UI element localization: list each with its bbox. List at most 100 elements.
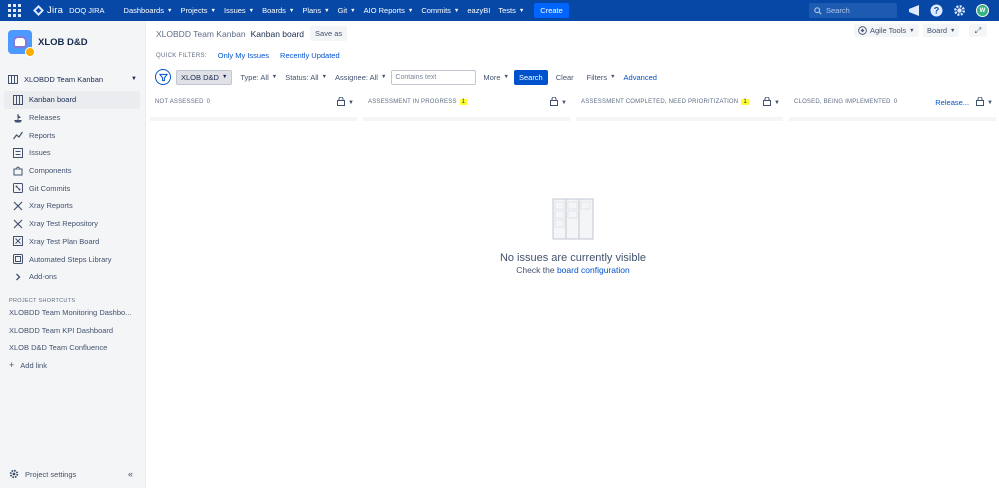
- chevron-down-icon[interactable]: ▼: [774, 100, 780, 106]
- sidebar-item-label: Git Commits: [29, 183, 71, 193]
- type-filter[interactable]: Type: All ▼: [240, 73, 277, 82]
- sidebar-item-git-commits[interactable]: Git Commits: [4, 179, 140, 197]
- nav-item-tests[interactable]: Tests ▼: [498, 6, 524, 15]
- project-avatar: [8, 30, 35, 57]
- board-column: ASSESSMENT IN PROGRESS 1 ▼: [363, 93, 570, 123]
- column-lock-icon[interactable]: [763, 96, 772, 108]
- sidebar-item-label: Xray Test Repository: [29, 219, 99, 229]
- nav-item-projects[interactable]: Projects ▼: [180, 6, 216, 15]
- collapse-sidebar-icon[interactable]: «: [128, 469, 133, 479]
- column-tools: ▼: [550, 96, 567, 108]
- sidebar-item-add-ons[interactable]: Add-ons: [4, 268, 140, 286]
- sidebar-item-xray-reports[interactable]: Xray Reports: [4, 197, 140, 215]
- board-menu-label: Board: [927, 26, 948, 35]
- chevron-down-icon: ▼: [166, 7, 173, 14]
- chevron-down-icon: ▼: [950, 27, 956, 34]
- sidebar-item-reports[interactable]: Reports: [4, 126, 140, 144]
- release-link[interactable]: Release...: [935, 98, 969, 107]
- nav-item-commits[interactable]: Commits ▼: [421, 6, 459, 15]
- sidebar-item-xray-test-repository[interactable]: Xray Test Repository: [4, 215, 140, 233]
- chevron-down-icon: ▼: [271, 74, 278, 80]
- chevron-down-icon: ▼: [909, 27, 915, 34]
- sidebar-item-releases[interactable]: Releases: [4, 109, 140, 127]
- board-selector[interactable]: XLOBDD Team Kanban ▼: [0, 72, 145, 86]
- clear-button[interactable]: Clear: [556, 73, 574, 82]
- filter-icon[interactable]: [155, 69, 171, 85]
- project-header[interactable]: XLOB D&D: [0, 21, 145, 57]
- status-filter[interactable]: Status: All ▼: [285, 73, 327, 82]
- column-issue-count: 0: [206, 98, 211, 105]
- project-settings-label: Project settings: [25, 469, 77, 479]
- nav-item-eazybi[interactable]: eazyBI: [467, 6, 490, 15]
- search-placeholder: Search: [826, 6, 850, 15]
- sidebar-item-label: Add-ons: [29, 272, 57, 282]
- sidebar-item-xray-test-plan-board[interactable]: Xray Test Plan Board: [4, 233, 140, 251]
- add-link-button[interactable]: + Add link: [0, 357, 145, 375]
- nav-menu: Dashboards ▼ Projects ▼ Issues ▼ Boards ▼ Plans ▼…: [124, 3, 569, 18]
- sidebar-item-kanban-board[interactable]: Kanban board: [4, 91, 140, 109]
- git-icon: [13, 183, 23, 194]
- user-avatar[interactable]: W: [975, 3, 990, 18]
- assignee-filter[interactable]: Assignee: All ▼: [335, 73, 386, 82]
- sidebar-nav: Kanban board Releases Reports Issues Compone…: [0, 91, 145, 286]
- column-lock-icon[interactable]: [976, 96, 985, 108]
- column-header: ASSESSMENT COMPLETED, NEED PRIORITIZATIO…: [576, 93, 783, 110]
- instance-name: DOQ JIRA: [69, 6, 105, 15]
- column-title: ASSESSMENT IN PROGRESS: [368, 98, 457, 105]
- contains-text-input[interactable]: Contains text: [391, 69, 477, 85]
- empty-board-illustration: [552, 198, 594, 240]
- chevron-down-icon: ▼: [221, 74, 228, 80]
- nav-item-boards[interactable]: Boards ▼: [262, 6, 294, 15]
- board-column: ASSESSMENT COMPLETED, NEED PRIORITIZATIO…: [576, 93, 783, 123]
- board-selector-label: XLOBDD Team Kanban: [24, 74, 104, 84]
- ship-icon: [13, 113, 23, 123]
- sidebar-item-components[interactable]: Components: [4, 162, 140, 180]
- chevron-down-icon[interactable]: ▼: [561, 100, 567, 106]
- create-button[interactable]: Create: [534, 3, 569, 18]
- more-filters-button[interactable]: More ▼: [483, 73, 509, 82]
- settings-icon[interactable]: [952, 3, 967, 18]
- search-button[interactable]: Search: [513, 69, 548, 85]
- app-switcher-icon[interactable]: [8, 4, 22, 18]
- quick-filter-only-my-issues[interactable]: Only My Issues: [218, 51, 269, 60]
- filters-dropdown[interactable]: Filters ▼: [587, 73, 616, 82]
- board-menu-button[interactable]: Board ▼: [923, 24, 960, 37]
- advanced-link[interactable]: Advanced: [624, 73, 657, 82]
- save-as-button[interactable]: Save as: [310, 26, 348, 41]
- column-lock-icon[interactable]: [337, 96, 346, 108]
- fullscreen-icon[interactable]: ⤢: [969, 24, 987, 37]
- project-shortcut-link[interactable]: XLOB D&D Team Confluence: [0, 339, 145, 357]
- project-settings-link[interactable]: Project settings: [9, 469, 76, 479]
- sidebar-item-label: Automated Steps Library: [29, 254, 112, 264]
- more-label: More: [483, 72, 501, 82]
- empty-state-subtitle: Check the board configuration: [497, 265, 649, 275]
- project-shortcut-link[interactable]: XLOBDD Team KPI Dashboard: [0, 321, 145, 339]
- quick-filter-recently-updated[interactable]: Recently Updated: [280, 51, 340, 60]
- chevron-down-icon[interactable]: ▼: [987, 100, 993, 106]
- agile-tools-button[interactable]: Agile Tools ▼: [854, 24, 919, 37]
- nav-item-issues[interactable]: Issues ▼: [224, 6, 254, 15]
- column-lock-icon[interactable]: [550, 96, 559, 108]
- chevron-down-icon: ▼: [380, 74, 387, 80]
- project-filter-chip[interactable]: XLOB D&D ▼: [176, 69, 233, 85]
- search-icon: [814, 6, 822, 15]
- nav-item-plans[interactable]: Plans ▼: [302, 6, 329, 15]
- jira-logo[interactable]: Jira DOQ JIRA: [33, 5, 105, 16]
- sidebar-item-issues[interactable]: Issues: [4, 144, 140, 162]
- nav-item-git[interactable]: Git ▼: [338, 6, 356, 15]
- column-tools: ▼: [763, 96, 780, 108]
- filter-bar: XLOB D&D ▼ Type: All ▼ Status: All ▼ Ass…: [155, 69, 657, 85]
- sidebar-item-automated-steps-library[interactable]: Automated Steps Library: [4, 250, 140, 268]
- board-configuration-link[interactable]: board configuration: [557, 265, 630, 275]
- nav-item-dashboards[interactable]: Dashboards ▼: [124, 6, 173, 15]
- chevron-down-icon[interactable]: ▼: [348, 100, 354, 106]
- nav-item-label: AIO Reports: [363, 6, 405, 15]
- project-shortcut-link[interactable]: XLOBDD Team Monitoring Dashbo...: [0, 304, 145, 322]
- breadcrumb-board[interactable]: XLOBDD Team Kanban: [156, 29, 246, 39]
- nav-item-aio-reports[interactable]: AIO Reports ▼: [364, 6, 414, 15]
- notifications-icon[interactable]: [906, 3, 921, 18]
- column-divider: [789, 117, 996, 121]
- column-tools: Release... ▼: [935, 96, 993, 108]
- global-search-input[interactable]: Search: [809, 3, 897, 18]
- help-icon[interactable]: ?: [929, 3, 944, 18]
